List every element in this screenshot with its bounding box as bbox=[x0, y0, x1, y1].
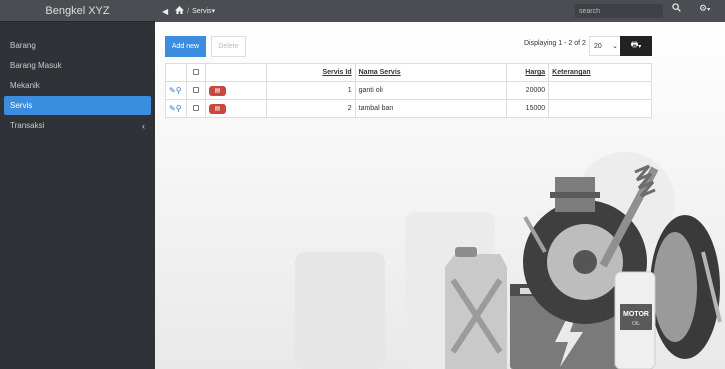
header-keterangan[interactable]: Keterangan bbox=[548, 63, 652, 82]
header-delete bbox=[204, 63, 267, 82]
row-checkbox[interactable] bbox=[192, 104, 199, 111]
search-input[interactable] bbox=[575, 4, 663, 18]
row-checkbox[interactable] bbox=[192, 86, 199, 93]
cell-nama-servis: ganti oli bbox=[354, 81, 508, 100]
sidebar-item-mekanik[interactable]: Mekanik bbox=[4, 76, 151, 95]
row-delete: ▤ bbox=[204, 81, 267, 100]
brand-title[interactable]: Bengkel XYZ bbox=[0, 0, 155, 22]
breadcrumb-separator: / bbox=[187, 7, 190, 15]
delete-button[interactable]: Delete bbox=[211, 36, 246, 57]
sidebar-item-barang-masuk[interactable]: Barang Masuk bbox=[4, 56, 151, 75]
sidebar: Bengkel XYZ Barang Barang Masuk Mekanik … bbox=[0, 0, 155, 369]
top-navbar: ◀ / Servis▾ ⚙▾ bbox=[155, 0, 725, 22]
sidebar-item-servis[interactable]: Servis bbox=[4, 96, 151, 115]
chevron-left-icon: ‹ bbox=[142, 120, 145, 131]
cell-servis-id: 1 bbox=[265, 81, 356, 100]
sidebar-item-transaksi[interactable]: Transaksi ‹ bbox=[4, 116, 151, 135]
sidebar-item-label: Mekanik bbox=[10, 81, 40, 90]
delete-row-icon[interactable]: ▤ bbox=[208, 85, 226, 96]
caret-down-icon: ▾ bbox=[638, 43, 642, 50]
add-new-button[interactable]: Add new bbox=[165, 36, 206, 57]
caret-down-icon: ▾ bbox=[211, 8, 216, 15]
row-delete: ▤ bbox=[204, 99, 267, 118]
sidebar-item-label: Servis bbox=[10, 101, 33, 110]
gear-icon[interactable]: ⚙▾ bbox=[699, 3, 710, 14]
sidebar-item-label: Transaksi bbox=[10, 121, 45, 130]
home-icon[interactable] bbox=[175, 6, 185, 16]
header-nama-servis[interactable]: Nama Servis bbox=[354, 63, 508, 82]
table-header-row: Servis Id Nama Servis Harga Keterangan bbox=[165, 63, 652, 82]
sidebar-toggle-icon[interactable]: ◀ bbox=[162, 7, 168, 16]
breadcrumb-servis[interactable]: Servis▾ bbox=[192, 7, 215, 15]
sidebar-menu: Barang Barang Masuk Mekanik Servis Trans… bbox=[0, 36, 155, 135]
select-all-checkbox[interactable] bbox=[192, 68, 199, 75]
cell-servis-id: 2 bbox=[265, 99, 356, 118]
cell-harga: 20000 bbox=[506, 81, 550, 100]
cell-keterangan bbox=[548, 99, 652, 118]
chevron-down-icon: ⌄ bbox=[612, 43, 618, 50]
cell-harga: 15000 bbox=[506, 99, 550, 118]
print-button[interactable]: 🖶 ▾ bbox=[620, 36, 652, 56]
sidebar-item-barang[interactable]: Barang bbox=[4, 36, 151, 55]
oil-label: OIL bbox=[632, 321, 640, 327]
row-actions: ✎⚲ bbox=[165, 99, 187, 118]
view-magnifier-icon[interactable]: ⚲ bbox=[176, 104, 182, 113]
edit-pencil-icon[interactable]: ✎ bbox=[169, 86, 176, 95]
table-row: ✎⚲ ▤ 1 ganti oli 20000 bbox=[165, 81, 652, 100]
caret-down-icon: ▾ bbox=[707, 7, 711, 13]
cell-keterangan bbox=[548, 81, 652, 100]
row-select bbox=[185, 99, 206, 118]
printer-icon: 🖶 bbox=[630, 40, 639, 49]
view-magnifier-icon[interactable]: ⚲ bbox=[176, 86, 182, 95]
row-actions: ✎⚲ bbox=[165, 81, 187, 100]
main-content: MOTOR OIL Add new Delete Displaying 1 - … bbox=[155, 22, 725, 369]
sidebar-item-label: Barang bbox=[10, 41, 36, 50]
table-row: ✎⚲ ▤ 2 tambal ban 15000 bbox=[165, 99, 652, 118]
sidebar-item-label: Barang Masuk bbox=[10, 61, 62, 70]
search-icon[interactable] bbox=[672, 3, 681, 14]
header-harga[interactable]: Harga bbox=[506, 63, 550, 82]
motor-oil-label: MOTOR bbox=[623, 311, 649, 318]
page-size-value: 20 bbox=[594, 42, 602, 50]
delete-row-icon[interactable]: ▤ bbox=[208, 103, 226, 114]
breadcrumb-label: Servis bbox=[192, 8, 212, 15]
page-size-select[interactable]: 20 ⌄ bbox=[589, 36, 622, 56]
cell-nama-servis: tambal ban bbox=[354, 99, 508, 118]
header-servis-id[interactable]: Servis Id bbox=[265, 63, 356, 82]
edit-pencil-icon[interactable]: ✎ bbox=[169, 104, 176, 113]
header-actions bbox=[165, 63, 187, 82]
servis-table: Servis Id Nama Servis Harga Keterangan ✎… bbox=[165, 63, 652, 118]
row-select bbox=[185, 81, 206, 100]
paging-info: Displaying 1 - 2 of 2 bbox=[524, 40, 586, 47]
header-select-all[interactable] bbox=[185, 63, 206, 82]
